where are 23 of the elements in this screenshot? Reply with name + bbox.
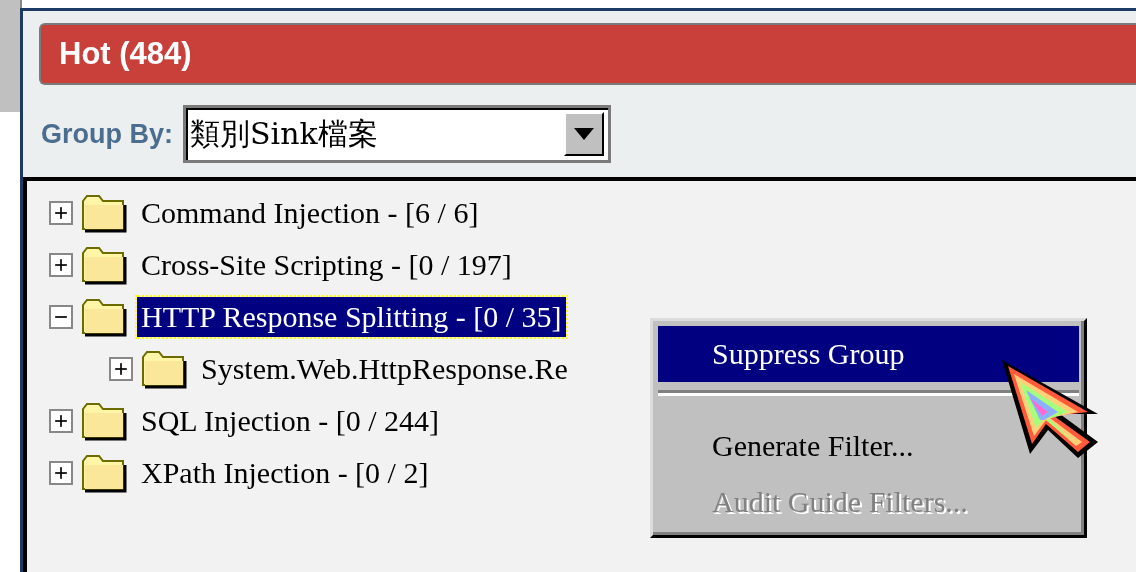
tree-item[interactable]: System.Web.HttpResponse.Re — [197, 349, 572, 389]
tree-item[interactable]: Command Injection - [6 / 6] — [137, 193, 483, 233]
panel-title: Hot (484) — [39, 23, 1136, 85]
tree-item[interactable]: SQL Injection - [0 / 244] — [137, 401, 443, 441]
group-by-value: 類別Sink檔案 — [190, 114, 379, 153]
collapse-icon[interactable] — [49, 305, 73, 329]
group-by-dropdown[interactable]: 類別Sink檔案 — [183, 105, 611, 163]
tree-item[interactable]: XPath Injection - [0 / 2] — [137, 453, 433, 493]
folder-icon — [81, 453, 127, 493]
folder-icon — [81, 245, 127, 285]
folder-icon — [81, 401, 127, 441]
expand-icon[interactable] — [49, 409, 73, 433]
expand-icon[interactable] — [109, 357, 133, 381]
group-by-label: Group By: — [41, 118, 173, 150]
folder-icon — [141, 349, 187, 389]
tree-item[interactable]: Cross-Site Scripting - [0 / 197] — [137, 245, 516, 285]
folder-icon — [81, 297, 127, 337]
expand-icon[interactable] — [49, 253, 73, 277]
menu-item[interactable]: Suppress Group — [658, 326, 1079, 382]
folder-icon — [81, 193, 127, 233]
expand-icon[interactable] — [49, 461, 73, 485]
tree-item[interactable]: HTTP Response Splitting - [0 / 35] — [137, 297, 566, 337]
expand-icon[interactable] — [49, 201, 73, 225]
